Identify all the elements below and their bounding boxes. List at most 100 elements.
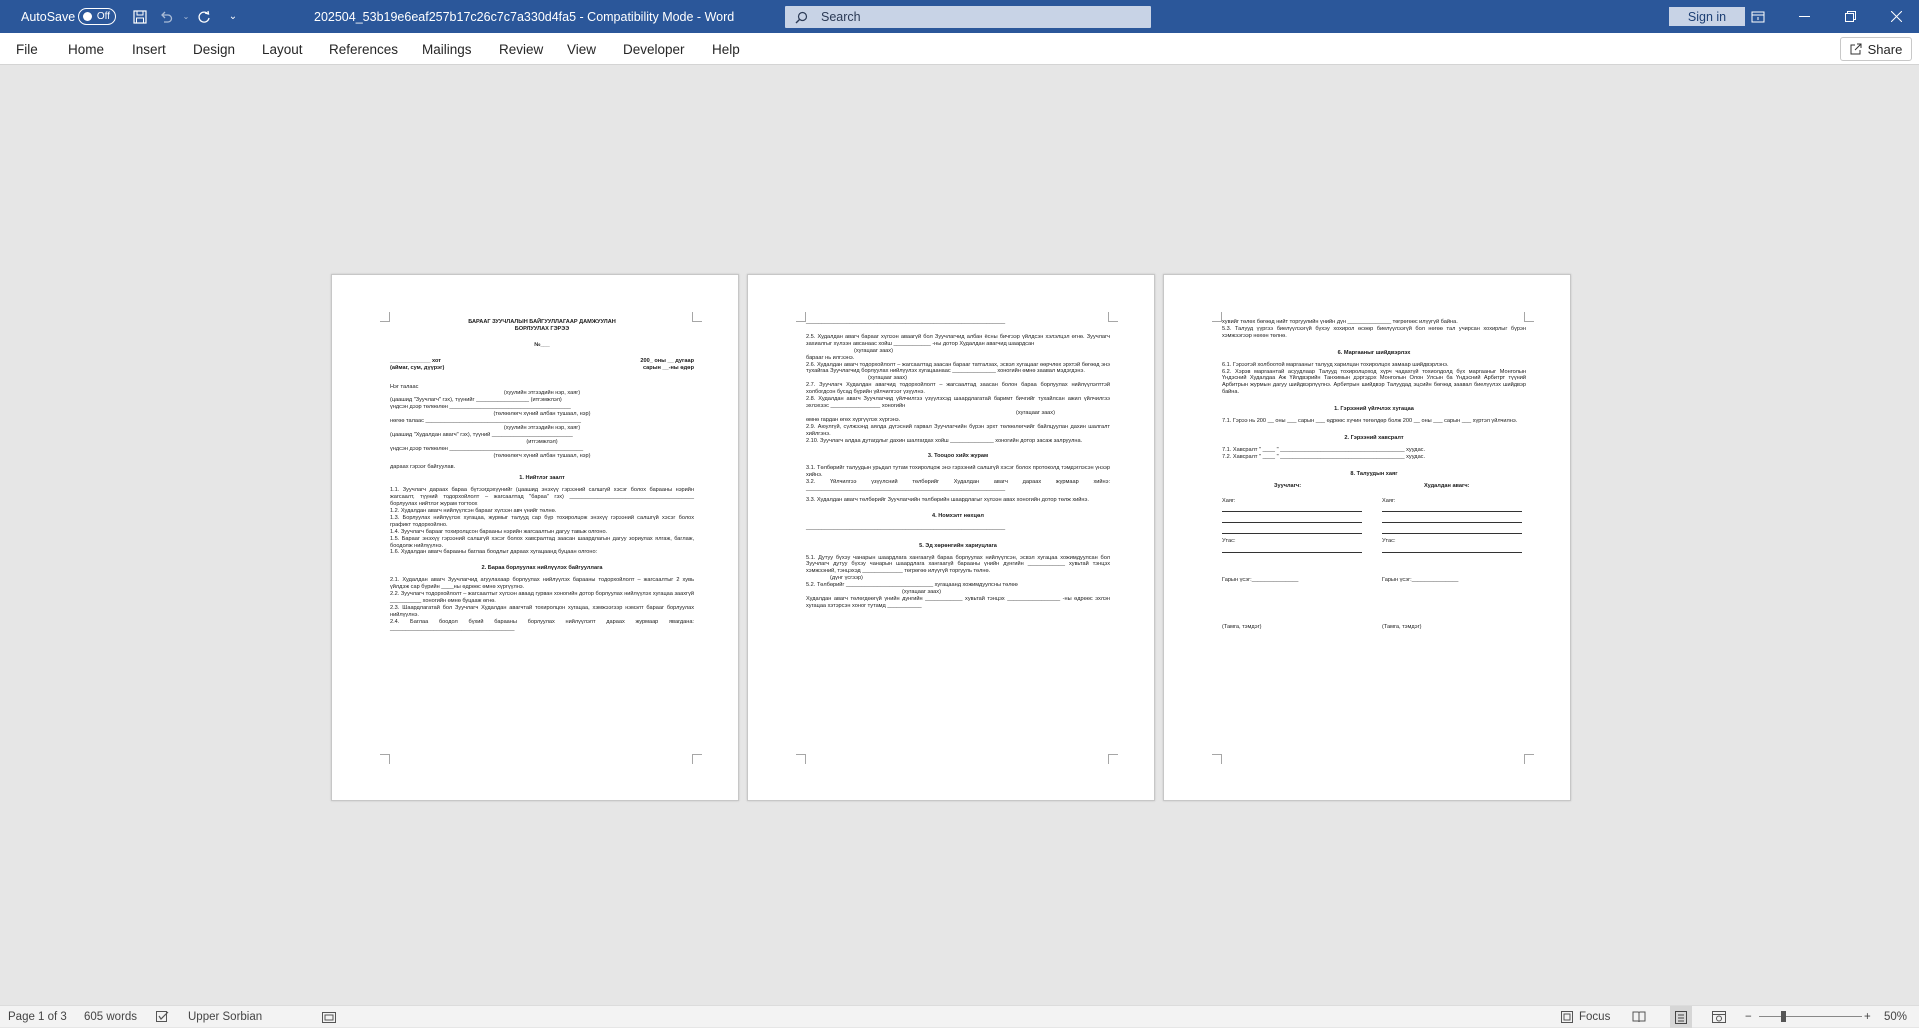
tab-design[interactable]: Design bbox=[193, 33, 235, 65]
section-heading: 2. Бараа борлуулах нийлүүлэх байгууллага bbox=[481, 565, 603, 572]
signature-column-buyer: Худалдан авагч: Хаяг: Утас: Гарын үсэг:_… bbox=[1382, 483, 1522, 632]
clause: 2.7. Зуучлагч Худалдан авагчид тодорхойл… bbox=[806, 382, 1110, 396]
print-layout-icon[interactable] bbox=[1670, 1006, 1692, 1028]
autosave-label: AutoSave bbox=[21, 9, 76, 24]
save-icon[interactable] bbox=[129, 0, 151, 33]
close-icon[interactable] bbox=[1874, 0, 1918, 33]
clause: 7.1. Гэрээ нь 200 __ оны ___ сарын ___ ө… bbox=[1222, 418, 1518, 425]
zoom-level[interactable]: 50% bbox=[1884, 1006, 1907, 1028]
undo-icon[interactable] bbox=[155, 0, 177, 33]
proofing-icon[interactable] bbox=[156, 1006, 169, 1028]
place-date-row: _____________ хот 200_ оны __ дугаар bbox=[390, 358, 694, 365]
sign-in-button[interactable]: Sign in bbox=[1669, 7, 1745, 26]
zoom-in-button[interactable]: + bbox=[1864, 1006, 1871, 1028]
focus-label[interactable]: Focus bbox=[1579, 1006, 1610, 1028]
focus-mode-icon[interactable] bbox=[1561, 1006, 1573, 1028]
redo-icon[interactable] bbox=[193, 0, 215, 33]
share-button[interactable]: Share bbox=[1840, 37, 1912, 61]
minimize-icon[interactable] bbox=[1782, 0, 1826, 33]
autosave-toggle[interactable]: Off bbox=[78, 8, 116, 25]
tab-developer[interactable]: Developer bbox=[623, 33, 685, 65]
zoom-out-button[interactable]: − bbox=[1745, 1006, 1752, 1028]
section-heading: 5. Эд хөрөнгийн хариуцлага bbox=[919, 542, 997, 549]
language-indicator[interactable]: Upper Sorbian bbox=[188, 1006, 262, 1028]
clause: 1.3. Борлуулах нийлүүлэх хугацаа, журмыг… bbox=[390, 514, 694, 528]
clause-caption: (хугацааг заах) bbox=[1016, 409, 1055, 416]
tab-mailings[interactable]: Mailings bbox=[422, 33, 472, 65]
read-mode-icon[interactable] bbox=[1632, 1006, 1646, 1028]
tab-layout[interactable]: Layout bbox=[262, 33, 303, 65]
doc-title-line-2: БОРЛУУЛАХ ГЭРЭЭ bbox=[514, 325, 570, 332]
tab-home[interactable]: Home bbox=[68, 33, 104, 65]
section-heading: 6. Маргааныг шийдвэрлэх bbox=[1337, 349, 1411, 356]
search-box[interactable]: Search bbox=[785, 6, 1151, 28]
section-heading: 2. Гэрээний хавсралт bbox=[1344, 434, 1404, 441]
zoom-slider-thumb[interactable] bbox=[1781, 1011, 1786, 1022]
page-1[interactable]: БАРААГ ЗУУЧЛАЛЫН БАЙГУУЛЛАГААР ДАМЖУУЛАН… bbox=[331, 274, 739, 801]
clause: 2.10. Зуучлагч алдаа дутагдлыг дахин шал… bbox=[806, 437, 1083, 444]
clause: Худалдан авагч төлөгдөөгүй үнийн дүнгийн… bbox=[806, 596, 1110, 609]
clause: ________________________________________… bbox=[806, 319, 1006, 325]
phone-line bbox=[1382, 543, 1522, 554]
clause: 1.5. Барааг энэхүү гэрээний салшгүй хэсэ… bbox=[390, 535, 694, 549]
customize-qat-icon[interactable]: ⌄ bbox=[222, 0, 244, 33]
seal-label: (Тамга, тэмдэг) bbox=[1222, 624, 1262, 631]
ribbon-display-icon[interactable] bbox=[1736, 0, 1780, 33]
tab-help[interactable]: Help bbox=[712, 33, 740, 65]
share-label: Share bbox=[1867, 41, 1903, 57]
page-2[interactable]: ________________________________________… bbox=[747, 274, 1155, 801]
date-caption: сарын __-ны өдөр bbox=[642, 364, 694, 371]
section-heading: 4. Номхэлт нөхцөл bbox=[932, 512, 984, 519]
party-line: (цаашид "Худалдан авагч" гэх), түүний __… bbox=[390, 431, 573, 438]
autosave-state: Off bbox=[96, 11, 110, 22]
title-bar: AutoSave Off ⌄ ⌄ 202504_53b19e6eaf257b17… bbox=[0, 0, 1919, 33]
phone-line bbox=[1222, 543, 1362, 554]
party-line: (цаашид "Зуучлагч" гэх), түүнийг _______… bbox=[390, 397, 562, 404]
clause: 2.6. Худалдан авагч тодорхойлолт – жагса… bbox=[806, 361, 1110, 375]
clause: 7.1. Хавсралт " ____ " _________________… bbox=[1222, 446, 1426, 453]
clause: 3.3. Худалдан авагч төлбөрийг Зуучлагчий… bbox=[806, 496, 1089, 503]
clause: 3.1. Төлбөрийг талуудын урьдал тутам тох… bbox=[806, 465, 1110, 479]
address-line bbox=[1222, 513, 1362, 524]
party-caption: (хуулийн этгээдийн нэр, хаяг) bbox=[503, 424, 581, 431]
party-title: Зуучлагч: bbox=[1274, 482, 1302, 489]
clause: 2.4. Баглаа боодол бүхий барааны борлуул… bbox=[390, 618, 694, 632]
clause: 5.3. Талууд үүргээ биелүүлээгүй бүхэу хо… bbox=[1222, 325, 1526, 339]
tab-review[interactable]: Review bbox=[499, 33, 543, 65]
crop-mark bbox=[380, 754, 390, 764]
clause: 2.8. Худалдан авагч Зуучлагчид үйлчилгээ… bbox=[806, 396, 1110, 409]
search-icon bbox=[795, 11, 808, 23]
party-line: үндсэн дээр төлөөлөн ___________________… bbox=[390, 445, 584, 452]
crop-mark bbox=[796, 312, 806, 322]
page-3[interactable]: хувийг төлөх бөгөөд нийт торгуулийн үний… bbox=[1163, 274, 1571, 801]
address-line bbox=[1222, 502, 1362, 513]
city-caption: (аймаг, сум, дүүрэг) bbox=[390, 364, 445, 371]
search-placeholder: Search bbox=[821, 10, 861, 24]
signature-line: Гарын үсэг:_______________ bbox=[1222, 577, 1299, 584]
word-count[interactable]: 605 words bbox=[84, 1006, 137, 1028]
address-line bbox=[1382, 524, 1522, 535]
signature-column-agent: Зуучлагч: Хаяг: Утас: Гарын үсэг:_______… bbox=[1222, 483, 1362, 632]
restore-icon[interactable] bbox=[1828, 0, 1872, 33]
address-line bbox=[1382, 502, 1522, 513]
signature-block: Зуучлагч: Хаяг: Утас: Гарын үсэг:_______… bbox=[1222, 483, 1526, 643]
clause-caption: (хугацааг заах) bbox=[902, 589, 941, 596]
page-3-body: хувийг төлөх бөгөөд нийт торгуулийн үний… bbox=[1222, 319, 1526, 643]
clause: 6.2. Хэрэв маргаантай асуудлаар Талууд т… bbox=[1222, 368, 1526, 396]
clause: 1.1. Зуучлагч дараах бараа бүтээгдэхүүни… bbox=[390, 487, 694, 508]
clause: барааг нь илгээнэ. bbox=[806, 354, 855, 361]
tab-view[interactable]: View bbox=[567, 33, 596, 65]
party-caption: (төлөөлөгч хүний албан тушаал, нэр) bbox=[493, 411, 591, 418]
document-canvas[interactable]: БАРААГ ЗУУЧЛАЛЫН БАЙГУУЛЛАГААР ДАМЖУУЛАН… bbox=[0, 65, 1919, 1005]
macro-record-icon[interactable] bbox=[322, 1006, 336, 1028]
tab-references[interactable]: References bbox=[329, 33, 398, 65]
tab-insert[interactable]: Insert bbox=[132, 33, 166, 65]
doc-number: №___ bbox=[534, 341, 550, 348]
page-count[interactable]: Page 1 of 3 bbox=[8, 1006, 67, 1028]
web-layout-icon[interactable] bbox=[1712, 1006, 1726, 1028]
tab-file[interactable]: File bbox=[16, 33, 38, 65]
clause: 1.6. Худалдан авагч барааны баглаа боодл… bbox=[390, 549, 598, 556]
city-field: _____________ хот bbox=[390, 357, 441, 364]
zoom-slider-track[interactable] bbox=[1759, 1016, 1862, 1017]
date-field: 200_ оны __ дугаар bbox=[640, 357, 694, 364]
